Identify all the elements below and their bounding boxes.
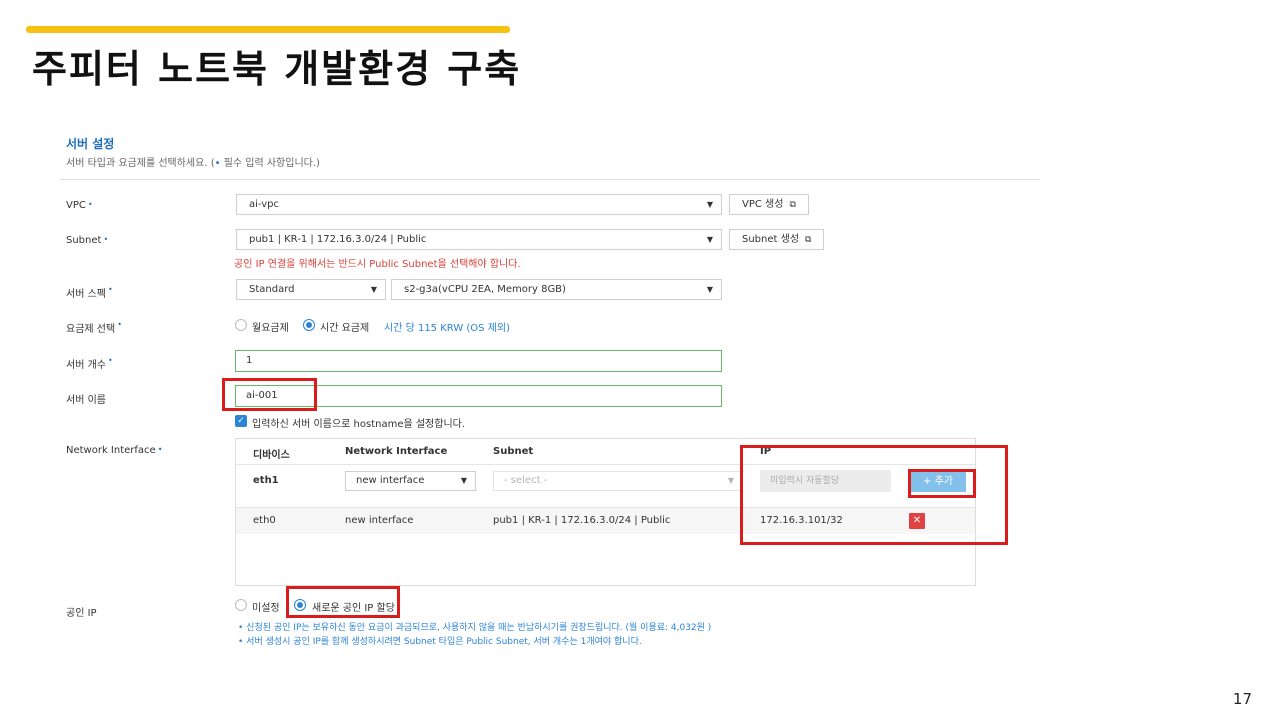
hostname-checkbox[interactable]: ✓ (235, 415, 247, 427)
section-divider (60, 179, 1040, 180)
new-row-device: eth1 (253, 475, 279, 486)
caret-down-icon: ▼ (706, 200, 713, 209)
caret-down-icon: ▼ (370, 285, 377, 294)
row-subnet: pub1 | KR-1 | 172.16.3.0/24 | Public (493, 515, 671, 526)
vpc-label: VPC • (66, 200, 93, 211)
row-device: eth0 (253, 515, 276, 526)
public-ip-label: 공인 IP (66, 608, 97, 619)
subnet-row-select[interactable]: - select - ▼ (493, 471, 743, 491)
monthly-plan-label: 월요금제 (252, 323, 289, 334)
required-marker-icon: • (107, 285, 113, 294)
required-marker-icon: • (117, 320, 122, 329)
subnet-label: Subnet • (66, 235, 109, 246)
required-marker-icon: • (157, 445, 163, 454)
caret-down-icon: ▼ (706, 235, 713, 244)
vpc-select-value: ai-vpc (249, 199, 280, 210)
pricing-label: 요금제 선택 • (66, 320, 122, 335)
server-spec-label: 서버 스펙 • (66, 285, 113, 300)
server-name-label: 서버 이름 (66, 395, 106, 406)
section-desc-text-end: 필수 입력 사항입니다.) (220, 158, 320, 169)
required-marker-icon: • (103, 235, 109, 244)
row-interface: new interface (345, 515, 414, 526)
required-marker-icon: • (107, 356, 113, 365)
subnet-create-label: Subnet 생성 (742, 234, 800, 245)
vpc-create-button[interactable]: VPC 생성 ⧉ (729, 194, 809, 215)
external-link-icon: ⧉ (805, 235, 812, 245)
interface-select[interactable]: new interface ▼ (345, 471, 476, 491)
hourly-price-text: 시간 당 115 KRW (OS 제외) (384, 323, 510, 334)
caret-down-icon: ▼ (727, 476, 734, 485)
monthly-plan-radio[interactable] (235, 319, 247, 331)
highlight-new-public-ip (286, 586, 400, 618)
subnet-create-button[interactable]: Subnet 생성 ⧉ (729, 229, 825, 250)
slide-title: 주피터 노트북 개발환경 구축 (32, 47, 522, 91)
hourly-plan-radio[interactable] (303, 319, 315, 331)
public-ip-none-radio[interactable] (235, 599, 247, 611)
subnet-select-value: pub1 | KR-1 | 172.16.3.0/24 | Public (249, 234, 427, 245)
column-header-subnet: Subnet (493, 446, 534, 457)
column-header-device: 디바이스 (253, 450, 290, 461)
section-description: 서버 타입과 요금제를 선택하세요. (• 필수 입력 사항입니다.) (66, 154, 320, 169)
public-ip-none-label: 미설정 (252, 603, 280, 614)
section-title: 서버 설정 (66, 137, 115, 151)
section-desc-text: 서버 타입과 요금제를 선택하세요. ( (66, 158, 215, 169)
hostname-checkbox-label: 입력하신 서버 이름으로 hostname을 설정합니다. (252, 419, 466, 430)
subnet-warning: 공인 IP 연결을 위해서는 반드시 Public Subnet을 선택해야 합… (234, 259, 521, 270)
server-count-label: 서버 개수 • (66, 356, 113, 371)
highlight-add-button (908, 469, 976, 498)
server-count-input[interactable]: 1 (235, 350, 722, 372)
column-header-interface: Network Interface (345, 446, 448, 457)
server-type-select[interactable]: Standard ▼ (236, 279, 386, 300)
page-number: 17 (1232, 690, 1252, 708)
vpc-select[interactable]: ai-vpc ▼ (236, 194, 722, 215)
server-spec-value: s2-g3a(vCPU 2EA, Memory 8GB) (404, 284, 566, 295)
interface-select-value: new interface (356, 475, 425, 486)
public-ip-note: • 신청된 공인 IP는 보유하신 동안 요금이 과금되므로, 사용하지 않을 … (238, 623, 712, 633)
caret-down-icon: ▼ (460, 476, 467, 485)
server-type-value: Standard (249, 284, 295, 295)
network-interface-label: Network Interface • (66, 445, 163, 456)
public-ip-note: • 서버 생성시 공인 IP를 함께 생성하시려면 Subnet 타입은 Pub… (238, 637, 642, 647)
subnet-select[interactable]: pub1 | KR-1 | 172.16.3.0/24 | Public ▼ (236, 229, 722, 250)
server-spec-select[interactable]: s2-g3a(vCPU 2EA, Memory 8GB) ▼ (391, 279, 722, 300)
highlight-server-name (222, 378, 317, 411)
title-accent-bar (26, 26, 510, 33)
subnet-row-placeholder: - select - (504, 475, 548, 486)
external-link-icon: ⧉ (789, 200, 796, 210)
hourly-plan-label: 시간 요금제 (320, 323, 370, 334)
caret-down-icon: ▼ (706, 285, 713, 294)
required-marker-icon: • (87, 200, 93, 209)
vpc-create-label: VPC 생성 (742, 199, 784, 210)
